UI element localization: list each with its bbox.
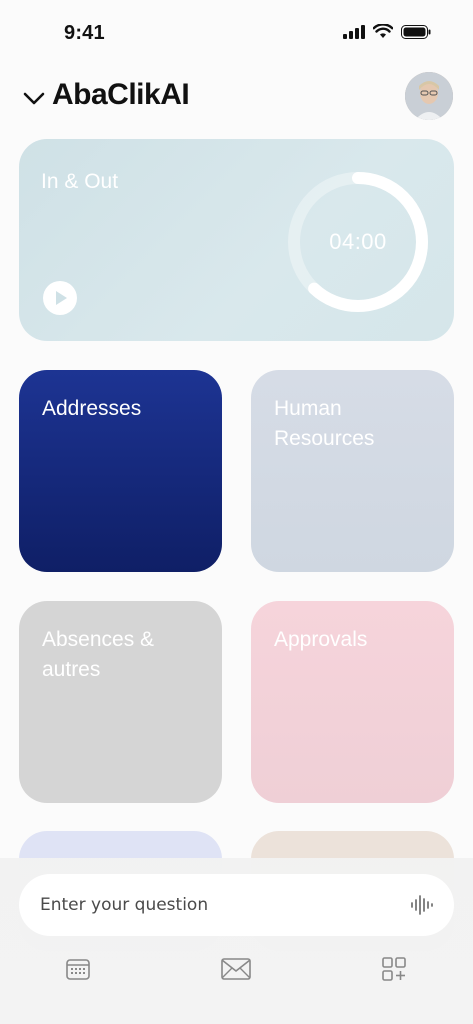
signal-icon bbox=[343, 24, 365, 39]
mail-icon bbox=[221, 958, 251, 980]
bottom-panel bbox=[0, 858, 473, 1024]
status-time: 9:41 bbox=[64, 22, 105, 44]
absences-title: Absences & autres bbox=[42, 628, 155, 681]
apps-add-icon bbox=[382, 957, 406, 981]
status-icons bbox=[343, 24, 431, 39]
addresses-card[interactable]: Addresses bbox=[19, 370, 222, 572]
question-input[interactable] bbox=[38, 894, 382, 916]
app-title[interactable]: AbaClikAI bbox=[52, 78, 190, 112]
addresses-title: Addresses bbox=[42, 397, 142, 420]
chevron-down-icon[interactable] bbox=[22, 86, 46, 110]
calendar-icon bbox=[66, 959, 90, 980]
question-bar bbox=[19, 874, 454, 936]
battery-icon bbox=[401, 24, 431, 39]
in-out-card[interactable]: In & Out 04:00 bbox=[19, 139, 454, 341]
human-resources-title: Human Resources bbox=[274, 397, 375, 450]
tab-apps[interactable] bbox=[379, 954, 409, 984]
in-out-title: In & Out bbox=[41, 170, 119, 193]
tab-bar bbox=[0, 954, 473, 984]
absences-card[interactable]: Absences & autres bbox=[19, 601, 222, 803]
timer-value: 04:00 bbox=[329, 229, 387, 254]
voice-waveform-icon[interactable] bbox=[410, 893, 434, 917]
human-resources-card[interactable]: Human Resources bbox=[251, 370, 454, 572]
avatar[interactable] bbox=[405, 72, 453, 120]
status-bar: 9:41 bbox=[0, 0, 473, 70]
header: AbaClikAI bbox=[0, 70, 473, 130]
tab-calendar[interactable] bbox=[63, 954, 93, 984]
tab-mail[interactable] bbox=[221, 954, 251, 984]
avatar-image bbox=[405, 72, 453, 120]
wifi-icon bbox=[373, 24, 393, 38]
play-button[interactable] bbox=[43, 281, 77, 315]
approvals-title: Approvals bbox=[274, 628, 368, 651]
approvals-card[interactable]: Approvals bbox=[251, 601, 454, 803]
